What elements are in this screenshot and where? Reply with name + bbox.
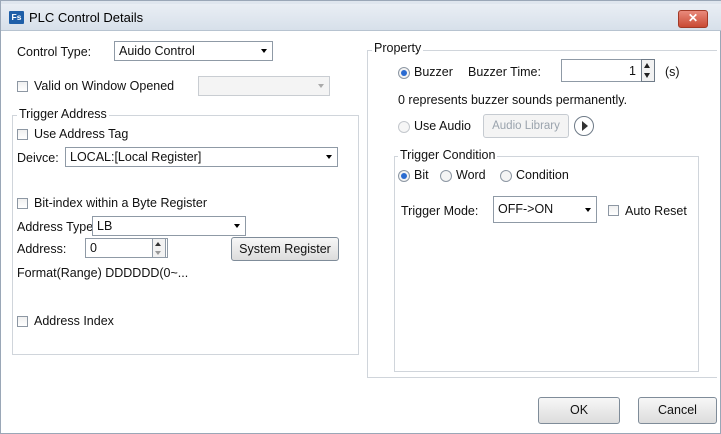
- control-type-select[interactable]: Auido Control: [114, 41, 273, 61]
- valid-on-window-opened-label: Valid on Window Opened: [34, 79, 175, 93]
- buzzer-note: 0 represents buzzer sounds permanently.: [398, 93, 628, 107]
- ok-button[interactable]: OK: [538, 397, 620, 424]
- address-type-select[interactable]: LB: [92, 216, 246, 236]
- chevron-down-icon: [326, 155, 332, 159]
- trigger-mode-label: Trigger Mode:: [401, 204, 479, 218]
- buzzer-time-spinner[interactable]: [641, 59, 655, 82]
- chevron-down-icon: [318, 84, 324, 88]
- word-label: Word: [456, 168, 486, 182]
- device-label: Deivce:: [17, 151, 59, 165]
- chevron-down-icon: [234, 224, 240, 228]
- address-index-label: Address Index: [34, 314, 114, 328]
- spin-up-icon: [644, 63, 650, 68]
- address-type-label: Address Type:: [17, 220, 97, 234]
- spin-up-icon: [155, 242, 161, 246]
- device-value: LOCAL:[Local Register]: [70, 150, 202, 164]
- use-address-tag-checkbox[interactable]: [17, 129, 28, 140]
- auto-reset-checkbox[interactable]: [608, 205, 619, 216]
- trigger-address-title: Trigger Address: [17, 107, 109, 121]
- auto-reset-label: Auto Reset: [625, 204, 687, 218]
- app-icon: Fs: [9, 11, 24, 24]
- control-type-value: Auido Control: [119, 44, 195, 58]
- cancel-button[interactable]: Cancel: [638, 397, 717, 424]
- trigger-mode-select[interactable]: OFF->ON: [493, 196, 597, 223]
- buzzer-time-label: Buzzer Time:: [468, 65, 541, 79]
- trigger-condition-title: Trigger Condition: [398, 148, 498, 162]
- title-bar[interactable]: Fs PLC Control Details ✕: [1, 4, 721, 31]
- plc-control-details-dialog: Fs PLC Control Details ✕ Control Type: A…: [0, 0, 721, 434]
- address-type-value: LB: [97, 219, 113, 233]
- device-select[interactable]: LOCAL:[Local Register]: [65, 147, 338, 167]
- property-title: Property: [372, 41, 424, 55]
- bit-index-checkbox[interactable]: [17, 198, 28, 209]
- spin-down-icon: [644, 73, 650, 78]
- use-audio-radio[interactable]: [398, 121, 410, 133]
- use-audio-label: Use Audio: [414, 119, 471, 133]
- format-range-text: Format(Range) DDDDDD(0~...: [17, 266, 189, 280]
- condition-label: Condition: [516, 168, 569, 182]
- close-button[interactable]: ✕: [678, 10, 708, 28]
- buzzer-radio[interactable]: [398, 67, 410, 79]
- buzzer-label: Buzzer: [414, 65, 453, 79]
- window-select[interactable]: [198, 76, 330, 96]
- address-label: Address:: [17, 242, 67, 256]
- bit-label: Bit: [414, 168, 429, 182]
- word-radio[interactable]: [440, 170, 452, 182]
- control-type-label: Control Type:: [17, 45, 92, 59]
- address-spinner[interactable]: [152, 238, 166, 258]
- buzzer-time-unit: (s): [665, 65, 680, 79]
- system-register-button[interactable]: System Register: [231, 237, 339, 261]
- address-index-checkbox[interactable]: [17, 316, 28, 327]
- condition-radio[interactable]: [500, 170, 512, 182]
- play-icon[interactable]: [574, 116, 594, 136]
- address-value: 0: [90, 241, 97, 255]
- bit-index-label: Bit-index within a Byte Register: [34, 196, 207, 210]
- use-address-tag-label: Use Address Tag: [34, 127, 129, 141]
- chevron-down-icon: [585, 208, 591, 212]
- spin-down-icon: [155, 251, 161, 255]
- audio-library-button[interactable]: Audio Library: [483, 114, 569, 138]
- trigger-mode-value: OFF->ON: [498, 202, 554, 216]
- chevron-down-icon: [261, 49, 267, 53]
- window-title: PLC Control Details: [29, 10, 144, 25]
- trigger-condition-group: [394, 156, 699, 372]
- valid-on-window-opened-checkbox[interactable]: [17, 81, 28, 92]
- buzzer-time-value: 1: [629, 64, 636, 78]
- bit-radio[interactable]: [398, 170, 410, 182]
- buzzer-time-input[interactable]: 1: [561, 59, 653, 82]
